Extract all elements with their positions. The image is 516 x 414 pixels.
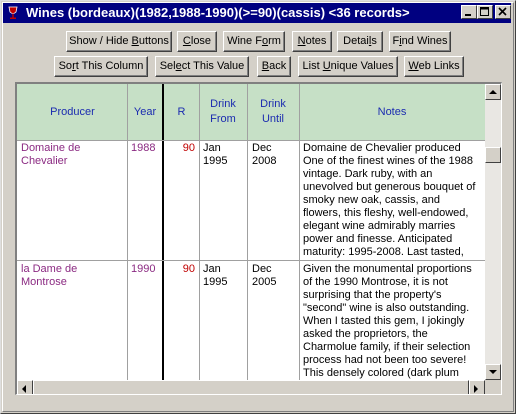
wine-database-window: Wines (bordeaux)(1982,1988-1990)(>=90)(c… bbox=[0, 0, 516, 414]
vertical-scrollbar[interactable] bbox=[485, 84, 501, 380]
column-header-producer[interactable]: Producer bbox=[17, 84, 128, 140]
column-header-drink-until[interactable]: Drink Until bbox=[247, 84, 299, 140]
sort-this-column-button[interactable]: Sort This Column bbox=[54, 56, 148, 77]
wine-glass-icon bbox=[8, 6, 18, 19]
column-header-rating[interactable]: R bbox=[164, 84, 199, 140]
close-icon bbox=[498, 7, 507, 16]
cell-notes-first-line: Domaine de Chevalier produced bbox=[303, 142, 461, 154]
arrow-right-icon bbox=[474, 385, 478, 393]
vertical-scroll-thumb[interactable] bbox=[485, 147, 501, 163]
scroll-right-button[interactable] bbox=[469, 380, 485, 394]
column-header-notes[interactable]: Notes bbox=[299, 84, 485, 140]
grid-line bbox=[17, 140, 485, 141]
list-unique-values-button[interactable]: List Unique Values bbox=[298, 56, 398, 77]
details-button[interactable]: Details bbox=[337, 31, 383, 52]
grid-line bbox=[247, 84, 248, 394]
grid-line bbox=[17, 260, 485, 261]
grid-header: Producer Year R Drink From Drink Until N… bbox=[17, 84, 485, 140]
scroll-up-button[interactable] bbox=[485, 84, 501, 100]
grid-line bbox=[199, 84, 200, 394]
cell-rating[interactable]: 90 bbox=[165, 142, 195, 155]
select-this-value-button[interactable]: Select This Value bbox=[155, 56, 249, 77]
scrollbar-corner bbox=[485, 380, 501, 394]
arrow-left-icon bbox=[22, 385, 26, 393]
cell-drink-from[interactable]: Jan 1995 bbox=[203, 142, 245, 168]
horizontal-scrollbar[interactable] bbox=[17, 380, 485, 394]
wine-records-grid[interactable]: Producer Year R Drink From Drink Until N… bbox=[15, 82, 502, 395]
cell-drink-from[interactable]: Jan 1995 bbox=[203, 263, 245, 289]
scroll-down-button[interactable] bbox=[485, 364, 501, 380]
window-title: Wines (bordeaux)(1982,1988-1990)(>=90)(c… bbox=[26, 5, 410, 20]
cell-drink-until[interactable]: Dec 2005 bbox=[252, 263, 297, 289]
arrow-up-icon bbox=[489, 90, 497, 94]
close-button[interactable] bbox=[495, 5, 511, 19]
notes-button[interactable]: Notes bbox=[292, 31, 332, 52]
cell-notes-text: One of the finest wines of the 1988 vint… bbox=[303, 155, 476, 258]
grid-line bbox=[299, 84, 300, 394]
wine-form-button[interactable]: Wine Form bbox=[223, 31, 285, 52]
show-hide-buttons-button[interactable]: Show / Hide Buttons bbox=[66, 31, 172, 52]
minimize-icon bbox=[465, 14, 471, 16]
grid-line bbox=[127, 84, 128, 394]
arrow-down-icon bbox=[489, 370, 497, 374]
close-record-button[interactable]: Close bbox=[177, 31, 217, 52]
maximize-button[interactable] bbox=[477, 5, 493, 19]
cell-rating[interactable]: 90 bbox=[165, 263, 195, 276]
maximize-icon bbox=[480, 7, 489, 16]
back-button[interactable]: Back bbox=[257, 56, 291, 77]
horizontal-scroll-thumb[interactable] bbox=[33, 380, 469, 394]
column-header-year[interactable]: Year bbox=[128, 84, 162, 140]
title-bar[interactable]: Wines (bordeaux)(1982,1988-1990)(>=90)(c… bbox=[3, 3, 511, 23]
cell-year[interactable]: 1990 bbox=[131, 263, 161, 276]
column-header-drink-from[interactable]: Drink From bbox=[199, 84, 247, 140]
cell-notes[interactable]: Domaine de Chevalier produced One of the … bbox=[303, 142, 483, 258]
find-wines-button[interactable]: Find Wines bbox=[389, 31, 451, 52]
cell-notes[interactable]: Given the monumental proportions of the … bbox=[303, 263, 483, 379]
cell-producer[interactable]: Domaine de Chevalier bbox=[21, 142, 125, 168]
cell-year[interactable]: 1988 bbox=[131, 142, 161, 155]
web-links-button[interactable]: Web Links bbox=[404, 56, 464, 77]
frozen-column-divider bbox=[162, 84, 164, 394]
scroll-left-button[interactable] bbox=[17, 380, 33, 394]
minimize-button[interactable] bbox=[461, 5, 477, 19]
cell-drink-until[interactable]: Dec 2008 bbox=[252, 142, 297, 168]
cell-producer[interactable]: la Dame de Montrose bbox=[21, 263, 125, 289]
